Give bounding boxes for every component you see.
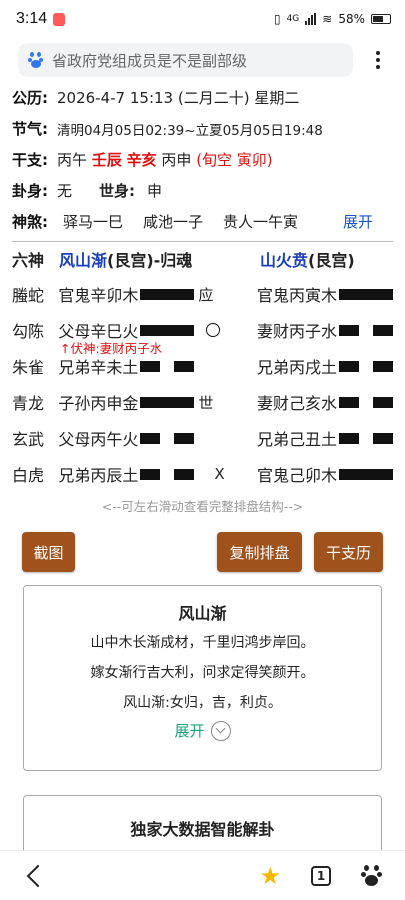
- search-row: 省政府党组成员是不是副部级: [0, 38, 405, 82]
- yin-line: [140, 360, 195, 372]
- hexagram-row: 朱雀 兄弟辛未土 兄弟丙戌土: [12, 348, 393, 384]
- tabs-icon[interactable]: 1: [311, 865, 331, 886]
- changed-yao: 兄弟丙戌土: [256, 358, 337, 377]
- yin-line: [339, 360, 393, 372]
- shensha-item: 驿马一巳: [63, 213, 124, 231]
- hexagram-card: 风山渐 山中木长渐成材，千里归鸿步岸回。 嫁女渐行吉大利，问求定得笑颜开。 风山…: [23, 585, 382, 771]
- main-yao: 父母丙午火: [58, 430, 139, 449]
- changed-yao: 官鬼丙寅木: [256, 286, 337, 305]
- changed-yao: 官鬼己卯木: [256, 466, 337, 485]
- card-title: 风山渐: [178, 604, 227, 623]
- main-yao: 兄弟辛未土: [58, 358, 139, 377]
- yin-line: [339, 396, 393, 408]
- back-icon[interactable]: [26, 864, 50, 887]
- main-yao: 兄弟丙辰土: [58, 466, 139, 485]
- six-god: 白虎: [12, 466, 45, 485]
- six-god: 朱雀: [12, 358, 45, 377]
- shensha-expand-link[interactable]: 展开: [343, 211, 373, 232]
- yang-line: [140, 288, 195, 300]
- status-bar: 3:14 ▯ 4G ≋ 58%: [0, 0, 405, 38]
- six-god: 玄武: [12, 430, 45, 449]
- changed-hexagram-name: 山火贲: [260, 251, 309, 270]
- hexagram-row: 勾陈 父母辛巳火 妻财丙子水 ↑伏神:妻财丙子水: [12, 312, 393, 356]
- shensha-row: 神煞: 驿马一巳 咸池一子 贵人一午寅 展开: [12, 211, 373, 232]
- main-yao: 官鬼辛卯木: [58, 286, 139, 305]
- baidu-paw-icon: [28, 52, 44, 68]
- ai-interpretation-card[interactable]: 独家大数据智能解卦: [23, 795, 382, 855]
- hexagram-row: 玄武 父母丙午火 兄弟己丑土: [12, 420, 393, 456]
- changed-yao: 兄弟己丑土: [256, 430, 337, 449]
- info-section: 公历: 2026-4-7 15:13 (二月二十) 星期二 节气: 清明04月0…: [0, 82, 405, 237]
- guashen-row: 卦身: 无 世身: 申: [12, 182, 163, 200]
- star-icon[interactable]: ★: [259, 864, 281, 888]
- shensha-item: 贵人一午寅: [223, 213, 299, 231]
- yang-line: [339, 288, 393, 300]
- card-line: 山中木长渐成材，千里归鸿步岸回。: [90, 635, 315, 651]
- main-hexagram-name: 风山渐: [59, 251, 108, 270]
- jieqi-value: 清明04月05日02:39~立夏05月05日19:48: [57, 122, 323, 139]
- baidu-paw-icon[interactable]: [361, 864, 383, 887]
- gongli-value: 2026-4-7 15:13 (二月二十) 星期二: [57, 89, 300, 107]
- yin-line: [339, 432, 393, 444]
- six-god: 勾陈: [12, 322, 45, 341]
- card-expand-button[interactable]: 展开: [174, 720, 231, 741]
- wifi-icon: ≋: [322, 12, 333, 26]
- battery-icon: [371, 14, 391, 24]
- yin-line: [339, 324, 393, 336]
- hexagram-table[interactable]: 六神 风山渐 (艮宫)-归魂 山火贲 (艮宫) 螣蛇 官鬼辛卯木应官鬼丙寅木 勾陈父…: [0, 242, 405, 518]
- yang-line: [140, 396, 195, 408]
- status-time: 3:14: [16, 10, 48, 27]
- changed-hexagram-palace: (艮宫): [308, 251, 355, 270]
- screenshot-button[interactable]: 截图: [22, 532, 75, 572]
- moving-yang-mark: [206, 323, 221, 337]
- month-ganzhi: 壬辰: [91, 151, 122, 169]
- day-ganzhi: 辛亥: [126, 151, 157, 169]
- chevron-down-icon: [210, 720, 231, 741]
- hexagram-row: 白虎 兄弟丙辰土 X 官鬼己卯木: [12, 456, 393, 492]
- gongli-row: 公历: 2026-4-7 15:13 (二月二十) 星期二: [12, 89, 300, 107]
- xunkong: (旬空 寅卯): [196, 151, 273, 169]
- scroll-hint: <--可左右滑动查看完整排盘结构-->: [101, 499, 304, 514]
- ganzhi-row: 干支: 丙午 壬辰 辛亥 丙申 (旬空 寅卯): [12, 151, 273, 169]
- more-menu-icon[interactable]: [363, 51, 393, 69]
- six-god: 螣蛇: [12, 286, 45, 305]
- main-yao: 子孙丙申金: [58, 394, 139, 413]
- search-query: 省政府党组成员是不是副部级: [52, 51, 248, 70]
- shi-ying-mark: 应: [198, 285, 214, 304]
- jieqi-row: 节气: 清明04月05日02:39~立夏05月05日19:48: [12, 120, 323, 139]
- action-buttons: 截图 复制排盘 干支历: [0, 532, 405, 572]
- search-bar[interactable]: 省政府党组成员是不是副部级: [18, 43, 353, 77]
- shensha-item: 咸池一子: [143, 213, 204, 231]
- yang-line: [140, 324, 195, 336]
- yin-line: [140, 468, 195, 480]
- signal-icon: [305, 13, 317, 25]
- yin-line: [140, 432, 195, 444]
- ganzhi-calendar-button[interactable]: 干支历: [314, 532, 383, 572]
- hexagram-header: 六神 风山渐 (艮宫)-归魂 山火贲 (艮宫): [12, 242, 393, 276]
- hexagram-row: 螣蛇 官鬼辛卯木 应 官鬼丙寅木: [12, 276, 393, 312]
- hexagram-row: 青龙 子孙丙申金 世 妻财己亥水: [12, 384, 393, 420]
- battery-percent: 58%: [338, 12, 365, 26]
- network-type-label: 4G: [286, 14, 300, 24]
- yang-line: [339, 468, 393, 480]
- bottom-nav: ★ 1: [0, 850, 405, 900]
- notification-app-icon: [53, 12, 66, 26]
- shi-ying-mark: 世: [198, 393, 214, 412]
- moving-yin-mark: X: [214, 465, 225, 483]
- main-hexagram-palace: (艮宫)-归魂: [107, 251, 193, 270]
- copy-layout-button[interactable]: 复制排盘: [217, 532, 302, 572]
- six-god: 青龙: [12, 394, 45, 413]
- changed-yao: 妻财丙子水: [256, 322, 337, 341]
- card-line: 嫁女渐行吉大利，问求定得笑颜开。: [90, 665, 315, 681]
- card-line: 风山渐:女归，吉，利贞。: [123, 695, 282, 711]
- vibrate-icon: ▯: [273, 12, 281, 26]
- changed-yao: 妻财己亥水: [256, 394, 337, 413]
